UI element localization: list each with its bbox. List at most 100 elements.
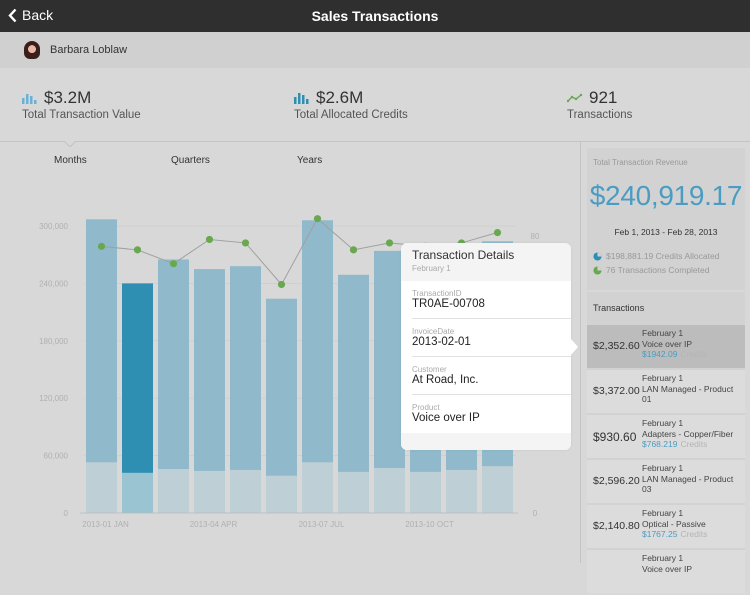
field-key: TransactionID [412, 289, 462, 298]
transaction-item[interactable]: $3,372.00 February 1 LAN Managed - Produ… [587, 370, 745, 413]
bar-segment [410, 471, 441, 513]
transaction-details-popover: Transaction Details February 1 Transacti… [401, 243, 578, 450]
field-value: Voice over IP [412, 412, 480, 424]
kpi-value: $2.6M [316, 88, 364, 107]
transaction-date: February 1 [642, 553, 684, 563]
transactions-card: Transactions $2,352.60 February 1 Voice … [587, 292, 745, 593]
credits-allocated-text: $198,881.19 Credits Allocated [606, 251, 720, 261]
transaction-item[interactable]: $930.60 February 1 Adapters - Copper/Fib… [587, 415, 745, 458]
bar-segment [446, 469, 477, 513]
revenue-summary-card: Total Transaction Revenue $240,919.17 Fe… [587, 148, 745, 290]
y-tick-label: 120,000 [39, 394, 68, 403]
line-point [97, 242, 106, 250]
transaction-date: February 1 [642, 328, 684, 338]
transaction-credit: $1942.09 [642, 349, 678, 359]
transaction-item[interactable]: $2,140.80 February 1 Optical - Passive $… [587, 505, 745, 548]
tab-quarters[interactable]: Quarters [171, 155, 210, 166]
y2-tick-label: 80 [531, 232, 540, 241]
y-tick-label: 180,000 [39, 337, 68, 346]
user-bar: Barbara Loblaw [0, 32, 750, 68]
y-tick-label: 300,000 [39, 222, 68, 231]
kpi-label: Total Transaction Value [22, 109, 141, 121]
bar-segment [86, 462, 117, 513]
transaction-info: February 1 Voice over IP [642, 553, 742, 574]
credits-allocated-stat: $198,881.19 Credits Allocated [593, 251, 719, 261]
y-tick-label: 240,000 [39, 279, 68, 288]
popover-subtitle: February 1 [412, 264, 451, 273]
x-tick-label: 2013-01 JAN [82, 520, 129, 529]
x-tick-label: 2013-07 JUL [299, 520, 345, 529]
pie-chart-icon [593, 265, 602, 275]
field-value: 2013-02-01 [412, 336, 471, 348]
transaction-product: Voice over IP [642, 338, 693, 349]
bar-segment [266, 475, 297, 513]
transactions-completed-stat: 76 Transactions Completed [593, 265, 709, 275]
transaction-info: February 1 LAN Managed - Product 03 [642, 463, 742, 495]
transaction-amount: $2,352.60 [593, 340, 640, 352]
revenue-title: Total Transaction Revenue [593, 158, 688, 167]
x-tick-label: 2013-04 APR [190, 520, 238, 529]
line-point [385, 239, 394, 247]
kpi-total-transaction-value[interactable]: $3.2M Total Transaction Value [22, 88, 141, 121]
bar-segment [374, 468, 405, 513]
x-tick-label: 2013-10 OCT [405, 520, 454, 529]
popover-title: Transaction Details [412, 248, 515, 262]
credits-label: Credits [680, 439, 708, 449]
line-point [241, 239, 250, 247]
navigation-bar: Back Sales Transactions [0, 0, 750, 32]
kpi-label: Transactions [567, 109, 633, 121]
line-point [313, 215, 322, 223]
bar-chart-icon [22, 94, 37, 104]
sidebar: Total Transaction Revenue $240,919.17 Fe… [580, 142, 750, 593]
bar-segment [158, 468, 189, 513]
transaction-item[interactable]: February 1 Voice over IP [587, 550, 745, 593]
transaction-amount: $2,140.80 [593, 520, 640, 532]
transaction-info: February 1 Voice over IP $1942.09 Credits [642, 328, 742, 360]
field-value: At Road, Inc. [412, 374, 479, 386]
line-point [349, 246, 358, 254]
field-key: Customer [412, 365, 447, 374]
transactions-header: Transactions [593, 303, 645, 313]
transaction-item[interactable]: $2,352.60 February 1 Voice over IP $1942… [587, 325, 745, 368]
transaction-info: February 1 LAN Managed - Product 01 [642, 373, 742, 405]
kpi-value: $3.2M [44, 88, 92, 107]
field-key: InvoiceDate [412, 327, 455, 336]
field-transaction-id: TransactionID TR0AE-00708 [412, 281, 571, 319]
line-point [169, 260, 178, 268]
transaction-date: February 1 [642, 463, 684, 473]
bar-segment [230, 469, 261, 513]
field-customer: Customer At Road, Inc. [412, 357, 571, 395]
tab-years[interactable]: Years [297, 155, 322, 166]
line-chart-icon [567, 93, 583, 103]
transaction-product: LAN Managed - Product 03 [642, 473, 734, 495]
transaction-amount: $930.60 [593, 430, 637, 444]
transaction-product: Optical - Passive [642, 518, 706, 529]
credits-label: Credits [680, 529, 708, 539]
field-invoice-date: InvoiceDate 2013-02-01 [412, 319, 571, 357]
y-tick-label: 0 [64, 509, 69, 518]
kpi-transactions[interactable]: 921 Transactions [567, 88, 632, 121]
page-title: Sales Transactions [311, 8, 439, 24]
avatar[interactable] [24, 41, 40, 59]
bar-segment [302, 462, 333, 513]
field-product: Product Voice over IP [412, 395, 571, 433]
bar-segment [122, 472, 153, 513]
tab-months[interactable]: Months [54, 155, 87, 166]
pie-chart-icon [593, 251, 602, 261]
revenue-amount: $240,919.17 [589, 180, 743, 211]
kpi-value: 921 [589, 88, 618, 107]
transaction-info: February 1 Optical - Passive $1767.25 Cre… [642, 508, 742, 540]
kpi-total-allocated-credits[interactable]: $2.6M Total Allocated Credits [294, 88, 408, 121]
bar-chart-icon [294, 93, 309, 104]
bar-segment [194, 470, 225, 513]
transaction-item[interactable]: $2,596.20 February 1 LAN Managed - Produ… [587, 460, 745, 503]
transaction-credit: $768.219 [642, 439, 678, 449]
period-tabs: Months Quarters Years [0, 142, 580, 182]
transactions-list[interactable]: $2,352.60 February 1 Voice over IP $1942… [587, 325, 745, 595]
y2-tick-label: 0 [533, 509, 538, 518]
credits-label: Credits [680, 349, 708, 359]
field-value: TR0AE-00708 [412, 298, 485, 310]
transactions-completed-text: 76 Transactions Completed [606, 265, 710, 275]
kpi-label: Total Allocated Credits [294, 109, 408, 121]
bar-segment [482, 466, 513, 513]
